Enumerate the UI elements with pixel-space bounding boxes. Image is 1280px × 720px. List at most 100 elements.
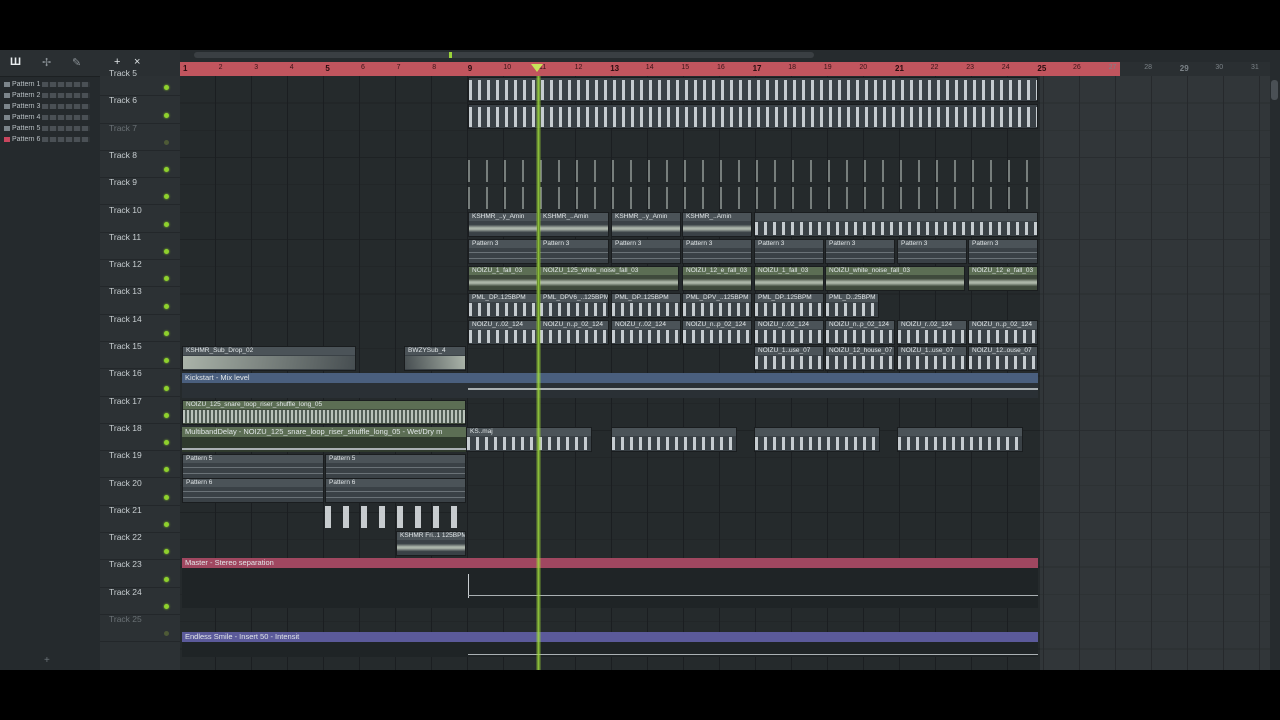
track-mute-led[interactable] (164, 412, 169, 418)
track-header[interactable]: Track 7 (100, 123, 180, 151)
clip-track8[interactable] (468, 158, 1038, 183)
clip-track9[interactable] (468, 185, 1038, 210)
clip-track10[interactable]: KSHMR_..y_Amin (611, 212, 681, 237)
track-mute-led[interactable] (164, 494, 169, 500)
track-mute-led[interactable] (164, 467, 169, 473)
clip-track22[interactable]: KSHMR Fri..1 125BPM (396, 531, 466, 556)
close-icon[interactable]: × (134, 56, 140, 68)
clip-track14[interactable]: NOIZU_r..02_124 (611, 320, 681, 345)
clip-track17[interactable]: NOIZU_125_snare_loop_riser_shuffle_long_… (182, 400, 466, 425)
clip-track15[interactable]: NOIZU_12..ouse_07 (968, 346, 1038, 371)
track-header[interactable]: Track 16 (100, 368, 180, 397)
clip-track11[interactable]: Pattern 3 (754, 239, 824, 264)
track-header[interactable]: Track 10 (100, 205, 180, 233)
picker-menu-icon[interactable]: Ш (10, 56, 21, 68)
track-mute-led[interactable] (164, 522, 169, 528)
track-mute-led[interactable] (164, 139, 169, 145)
automation-clip-kickstart[interactable]: Kickstart - Mix level (182, 373, 1038, 398)
track-header[interactable]: Track 24 (100, 587, 180, 615)
track-mute-led[interactable] (164, 85, 169, 91)
clip-track19[interactable]: Pattern 5 (325, 454, 466, 479)
track-mute-led[interactable] (164, 330, 169, 336)
pattern-item[interactable]: Pattern 2 (0, 90, 100, 101)
clip-track14[interactable]: NOIZU_r..02_124 (897, 320, 967, 345)
clip-track18[interactable] (897, 427, 1023, 452)
clip-track15[interactable]: NOIZU_1..use_07 (754, 346, 824, 371)
playlist-grid[interactable]: KSHMR_..y_Amin KSHMR_..Amin KSHMR_..y_Am… (180, 76, 1270, 670)
automation-clip-multiband[interactable]: MultibandDelay - NOIZU_125_snare_loop_ri… (182, 427, 466, 452)
track-mute-led[interactable] (164, 167, 169, 173)
clip-track14[interactable]: NOIZU_n..p_02_124 (539, 320, 609, 345)
clip-track5[interactable] (468, 77, 1038, 102)
clip-track12[interactable]: NOIZU_1_fall_03 (754, 266, 824, 291)
clip-track13[interactable]: PML_D..25BPM (825, 293, 879, 318)
clip-track12[interactable]: NOIZU_12_e_fall_03 (968, 266, 1038, 291)
clip-track13[interactable]: PML_DPV6_..125BPM (539, 293, 609, 318)
clip-track14[interactable]: NOIZU_n..p_02_124 (825, 320, 895, 345)
track-mute-led[interactable] (164, 440, 169, 446)
clip-track15[interactable]: NOIZU_1..use_07 (897, 346, 967, 371)
track-mute-led[interactable] (164, 631, 169, 637)
clip-track11[interactable]: Pattern 3 (539, 239, 609, 264)
clip-track15[interactable]: BWZYSub_4 (404, 346, 466, 371)
clip-track18[interactable] (754, 427, 880, 452)
track-mute-led[interactable] (164, 358, 169, 364)
track-header[interactable]: Track 5 (100, 68, 180, 97)
clip-track10[interactable]: KSHMR_..Amin (682, 212, 752, 237)
clip-track14[interactable]: NOIZU_n..p_02_124 (968, 320, 1038, 345)
track-mute-led[interactable] (164, 112, 169, 118)
clip-track13[interactable]: PML_DPV_..125BPM (682, 293, 752, 318)
clip-track20[interactable]: Pattern 6 (182, 478, 324, 503)
clip-track11[interactable]: Pattern 3 (968, 239, 1038, 264)
track-header[interactable]: Track 19 (100, 450, 180, 479)
clip-track18[interactable]: KS..maj (466, 427, 592, 452)
track-mute-led[interactable] (164, 576, 169, 582)
automation-clip-master[interactable]: Master - Stereo separation (182, 558, 1038, 608)
add-track-icon[interactable]: + (114, 56, 120, 68)
track-header[interactable]: Track 20 (100, 478, 180, 506)
add-pattern-icon[interactable]: + (44, 655, 50, 666)
clip-track15[interactable]: NOIZU_12_house_07 (825, 346, 895, 371)
track-header[interactable]: Track 6 (100, 95, 180, 124)
track-mute-led[interactable] (164, 549, 169, 555)
clip-track11[interactable]: Pattern 3 (611, 239, 681, 264)
automation-clip-endless-smile[interactable]: Endless Smile - Insert 50 - Intensit (182, 632, 1038, 657)
clip-track10[interactable]: KSHMR_..y_Amin (468, 212, 538, 237)
clip-track12[interactable]: NOIZU_125_white_noise_fall_03 (539, 266, 679, 291)
pattern-item[interactable]: Pattern 4 (0, 112, 100, 123)
track-mute-led[interactable] (164, 603, 169, 609)
pattern-item[interactable]: Pattern 3 (0, 101, 100, 112)
track-mute-led[interactable] (164, 276, 169, 282)
clip-track11[interactable]: Pattern 3 (897, 239, 967, 264)
clip-track19[interactable]: Pattern 5 (182, 454, 324, 479)
clip-track18[interactable] (611, 427, 737, 452)
track-header[interactable]: Track 22 (100, 532, 180, 561)
track-header[interactable]: Track 13 (100, 286, 180, 315)
track-header[interactable]: Track 21 (100, 505, 180, 534)
clip-track10[interactable]: KSHMR_..Amin (539, 212, 609, 237)
clip-track13[interactable]: PML_DP..125BPM (468, 293, 538, 318)
clip-track12[interactable]: NOIZU_1_fall_03 (468, 266, 538, 291)
timeline-ruler[interactable]: 1 2 3 4 5 6 7 8 9 10 11 12 13 14 15 16 17 18 19 20 21 22 23 24 2… (180, 62, 1270, 76)
clip-track11[interactable]: Pattern 3 (825, 239, 895, 264)
track-mute-led[interactable] (164, 385, 169, 391)
clip-track12[interactable]: NOIZU_12_e_fall_03 (682, 266, 752, 291)
track-header[interactable]: Track 12 (100, 259, 180, 288)
track-mute-led[interactable] (164, 221, 169, 227)
clip-track11[interactable]: Pattern 3 (682, 239, 752, 264)
pattern-item[interactable]: Pattern 1 (0, 79, 100, 90)
clip-track20[interactable]: Pattern 6 (325, 478, 466, 503)
track-header[interactable]: Track 18 (100, 423, 180, 452)
pattern-item-selected[interactable]: Pattern 6 (0, 134, 100, 145)
track-header[interactable]: Track 11 (100, 232, 180, 261)
magnet-icon[interactable]: ✢ (42, 56, 51, 69)
track-header[interactable]: Track 17 (100, 396, 180, 424)
clip-track12[interactable]: NOIZU_white_noise_fall_03 (825, 266, 965, 291)
track-mute-led[interactable] (164, 303, 169, 309)
clip-track13[interactable]: PML_DP..125BPM (611, 293, 681, 318)
track-mute-led[interactable] (164, 249, 169, 255)
clip-track14[interactable]: NOIZU_n..p_02_124 (682, 320, 752, 345)
clip-track6[interactable] (468, 104, 1038, 129)
clip-track21[interactable] (325, 504, 466, 529)
track-header[interactable]: Track 25 (100, 614, 180, 643)
